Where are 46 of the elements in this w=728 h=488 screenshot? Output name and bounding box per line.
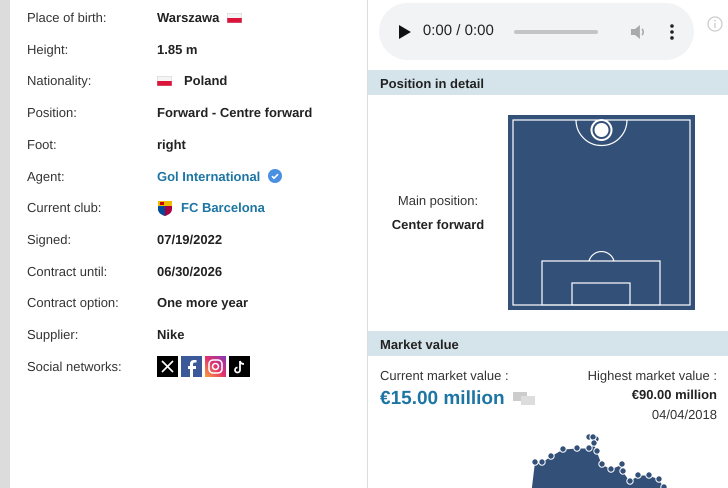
tiktok-logo-icon[interactable] — [229, 356, 250, 377]
field-value: One more year — [157, 294, 248, 312]
verified-icon — [268, 169, 282, 184]
field-value: 06/30/2026 — [157, 262, 222, 281]
club-link[interactable]: FC Barcelona — [181, 198, 265, 218]
field-label: Nationality: — [27, 72, 92, 90]
agent-link[interactable]: Gol International — [157, 166, 260, 186]
field-value: Forward - Centre forward — [157, 104, 312, 122]
field-label: Social networks: — [27, 358, 123, 376]
instagram-logo-icon[interactable] — [205, 356, 226, 377]
field-label: Supplier: — [27, 326, 80, 344]
field-value: 07/19/2022 — [157, 230, 222, 249]
data-point — [559, 445, 567, 453]
field-value: right — [157, 136, 186, 154]
audio-time: 0:00 / 0:00 — [422, 21, 494, 42]
section-header: Market value — [368, 330, 728, 356]
field-label: Position: — [27, 104, 78, 122]
field-label: Foot: — [27, 136, 58, 154]
data-point — [573, 444, 581, 452]
field-value: Nike — [157, 326, 184, 344]
current-market-value: €15.00 million — [380, 387, 505, 411]
field-label: Height: — [27, 40, 70, 59]
highest-value-date: 04/04/2018 — [652, 406, 717, 424]
field-label: Agent: — [27, 168, 66, 186]
data-point — [645, 471, 653, 479]
more-options-icon[interactable] — [670, 24, 674, 40]
play-icon[interactable] — [399, 24, 411, 38]
main-position-label: Main position: — [398, 192, 478, 210]
section-header: Position in detail — [368, 70, 728, 95]
field-label: Contract until: — [27, 262, 108, 281]
club-crest-icon — [157, 200, 173, 216]
highest-market-value: €90.00 million — [632, 386, 717, 404]
flag-icon — [157, 76, 172, 86]
field-label: Place of birth: — [27, 9, 108, 28]
field-value: Poland — [184, 72, 228, 90]
facebook-logo-icon[interactable] — [181, 356, 202, 377]
current-value-label: Current market value : — [380, 366, 510, 384]
flag-icon — [227, 12, 242, 23]
highest-value-label: Highest market value : — [588, 366, 717, 385]
main-position-value: Center forward — [392, 216, 484, 234]
field-label: Contract option: — [27, 294, 120, 312]
x-logo-icon[interactable] — [157, 356, 178, 377]
field-value: Warszawa — [157, 9, 220, 28]
field-label: Current club: — [27, 199, 102, 218]
field-value: 1.85 m — [157, 40, 198, 59]
field-label: Signed: — [27, 230, 72, 249]
